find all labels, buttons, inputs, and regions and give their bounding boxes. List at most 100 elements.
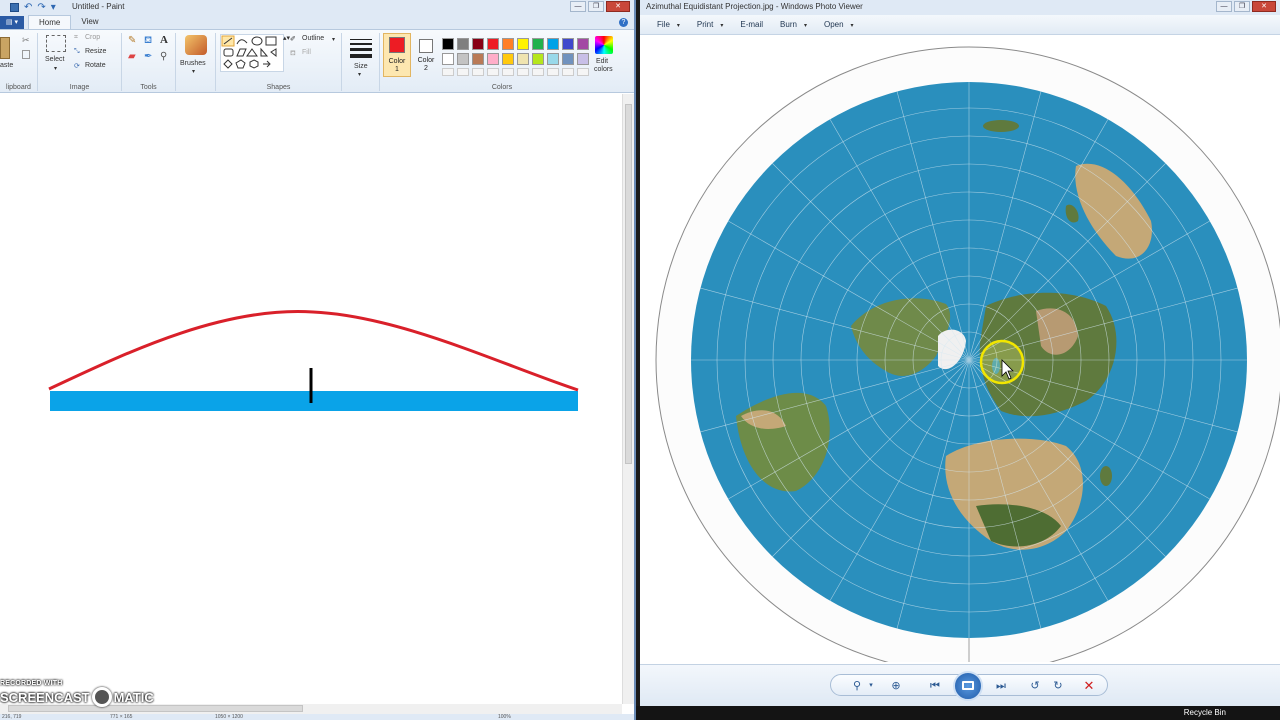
palette-swatch[interactable]	[502, 53, 514, 65]
palette-swatch[interactable]	[457, 38, 469, 50]
palette-swatch[interactable]	[472, 38, 484, 50]
palette-swatch[interactable]	[487, 53, 499, 65]
recycle-bin-label[interactable]: Recycle Bin	[1184, 708, 1226, 717]
close-button[interactable]: ✕	[606, 1, 630, 12]
tab-view[interactable]: View	[71, 15, 108, 29]
rotate-icon[interactable]: ⟳	[74, 62, 80, 70]
palette-swatch[interactable]	[577, 38, 589, 50]
copy-icon[interactable]	[22, 50, 30, 59]
palette-custom-swatch[interactable]	[547, 68, 559, 76]
rotate-button[interactable]: Rotate	[85, 62, 106, 69]
edit-colors-icon[interactable]	[595, 36, 613, 54]
viewer-maximize-button[interactable]: ❐	[1234, 1, 1250, 12]
palette-swatch[interactable]	[562, 53, 574, 65]
color-picker-icon[interactable]: ✒	[144, 51, 152, 62]
delete-button[interactable]: ✕	[1081, 678, 1097, 694]
help-icon[interactable]: ?	[619, 18, 628, 27]
palette-swatch[interactable]	[532, 38, 544, 50]
palette-custom-swatch[interactable]	[577, 68, 589, 76]
minimize-button[interactable]: —	[570, 1, 586, 12]
rotate-clockwise-button[interactable]: ↻	[1050, 678, 1066, 694]
text-tool-icon[interactable]: A	[160, 34, 168, 46]
menu-burn[interactable]: Burn ▾	[780, 20, 807, 29]
menu-print[interactable]: Print ▾	[697, 20, 723, 29]
paint-canvas[interactable]	[0, 94, 622, 704]
palette-swatch[interactable]	[457, 53, 469, 65]
previous-button[interactable]: ⏮	[927, 678, 943, 694]
palette-swatch[interactable]	[442, 38, 454, 50]
undo-icon[interactable]: ↶	[24, 3, 32, 13]
slideshow-button[interactable]	[953, 671, 983, 701]
palette-custom-swatch[interactable]	[442, 68, 454, 76]
palette-custom-swatch[interactable]	[487, 68, 499, 76]
palette-custom-swatch[interactable]	[502, 68, 514, 76]
palette-custom-swatch[interactable]	[457, 68, 469, 76]
vertical-scroll-thumb[interactable]	[625, 104, 632, 464]
menu-file[interactable]: File ▾	[657, 20, 680, 29]
shapes-scroll-icon[interactable]: ▴▾	[283, 34, 290, 42]
palette-custom-swatch[interactable]	[562, 68, 574, 76]
edit-colors-button[interactable]: Edit	[596, 58, 608, 65]
viewer-close-button[interactable]: ✕	[1252, 1, 1276, 12]
eraser-icon[interactable]: ▰	[128, 51, 136, 62]
palette-custom-swatch[interactable]	[472, 68, 484, 76]
size-dropdown-icon[interactable]: ▾	[358, 71, 361, 78]
paint-app-menu-button[interactable]: ▤ ▾	[0, 16, 24, 29]
tab-home[interactable]: Home	[28, 15, 72, 29]
viewer-minimize-button[interactable]: —	[1216, 1, 1232, 12]
palette-swatch[interactable]	[442, 53, 454, 65]
customize-quick-access-icon[interactable]: ▾	[51, 3, 56, 13]
maximize-button[interactable]: ❐	[588, 1, 604, 12]
palette-swatch[interactable]	[547, 38, 559, 50]
outline-dropdown-icon[interactable]: ▾	[332, 36, 335, 43]
color2-selector[interactable]: Color 2	[413, 33, 439, 77]
menu-open[interactable]: Open ▾	[824, 20, 854, 29]
palette-custom-swatch[interactable]	[532, 68, 544, 76]
magnifier-icon[interactable]: ⚲	[160, 51, 167, 62]
paste-icon[interactable]	[0, 37, 10, 59]
palette-swatch[interactable]	[532, 53, 544, 65]
color2-swatch	[419, 39, 433, 53]
next-button[interactable]: ⏭	[993, 678, 1009, 694]
actual-size-button[interactable]: ⊕	[888, 678, 904, 694]
watermark-matic: MATIC	[113, 689, 154, 705]
paste-button[interactable]: aste	[0, 62, 13, 69]
brushes-icon[interactable]	[185, 35, 207, 55]
outline-button[interactable]: Outline	[302, 35, 324, 42]
watermark-screencast: SCREENCAST	[0, 689, 90, 705]
size-group: Size ▾	[342, 33, 380, 91]
palette-swatch[interactable]	[577, 53, 589, 65]
brushes-group: Brushes ▾	[176, 33, 216, 91]
cut-icon[interactable]: ✂	[22, 35, 30, 46]
redo-icon[interactable]: ↷	[37, 3, 45, 13]
palette-swatch[interactable]	[547, 53, 559, 65]
zoom-dropdown-icon[interactable]: ▾	[863, 678, 879, 694]
rotate-counterclockwise-button[interactable]: ↺	[1027, 678, 1043, 694]
palette-swatch[interactable]	[517, 38, 529, 50]
shapes-gallery[interactable]	[220, 34, 284, 72]
palette-swatch[interactable]	[517, 53, 529, 65]
palette-custom-swatch[interactable]	[517, 68, 529, 76]
color1-selector[interactable]: Color 1	[383, 33, 411, 77]
size-button[interactable]: Size	[354, 63, 368, 70]
resize-icon[interactable]: ⤡	[74, 48, 80, 56]
pencil-icon[interactable]: ✎	[128, 35, 136, 46]
paint-vertical-scrollbar[interactable]	[622, 94, 634, 704]
brushes-button[interactable]: Brushes	[180, 60, 206, 67]
edit-colors-button-line2[interactable]: colors	[594, 66, 613, 73]
palette-swatch[interactable]	[562, 38, 574, 50]
palette-swatch[interactable]	[487, 38, 499, 50]
select-button[interactable]: Select	[45, 56, 64, 63]
palette-swatch[interactable]	[472, 53, 484, 65]
image-group-label: Image	[69, 84, 90, 91]
crop-button: Crop	[85, 34, 101, 41]
palette-swatch[interactable]	[502, 38, 514, 50]
select-icon[interactable]	[46, 35, 66, 52]
brushes-dropdown-icon[interactable]: ▾	[192, 68, 195, 75]
resize-button[interactable]: Resize	[85, 48, 106, 55]
menu-email[interactable]: E-mail	[740, 20, 763, 29]
save-icon[interactable]	[10, 3, 19, 12]
select-dropdown-icon[interactable]: ▾	[54, 65, 57, 72]
size-icon[interactable]	[350, 39, 372, 58]
fill-bucket-icon[interactable]: ⛾	[144, 35, 152, 48]
